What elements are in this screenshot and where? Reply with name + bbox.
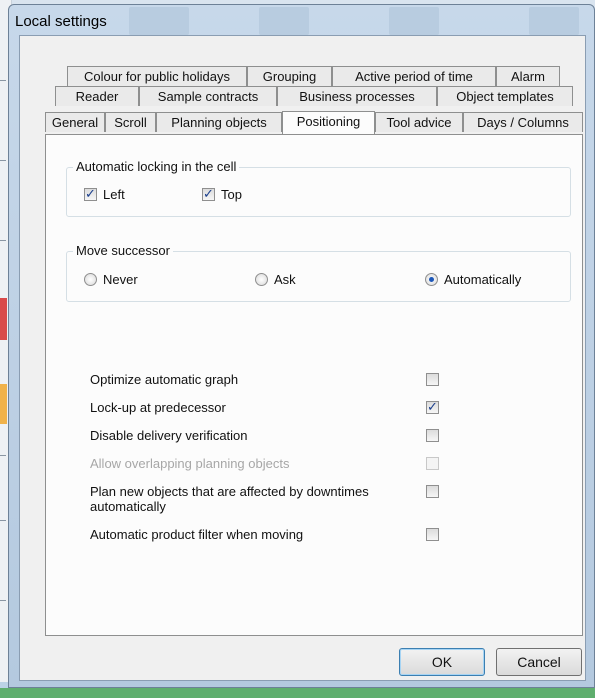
positioning-panel: Automatic locking in the cell ✓ Left ✓ T… bbox=[45, 134, 583, 636]
locking-group-title: Automatic locking in the cell bbox=[73, 159, 240, 174]
tab-active-period-of-time[interactable]: Active period of time bbox=[332, 66, 496, 86]
check-mark-icon: ✓ bbox=[203, 186, 214, 201]
background-tick bbox=[0, 240, 6, 241]
background-green-bar bbox=[0, 688, 595, 698]
tab-general[interactable]: General bbox=[45, 112, 105, 132]
tab-planning-objects[interactable]: Planning objects bbox=[156, 112, 282, 132]
radio-dot-icon bbox=[429, 277, 434, 282]
top-checkbox[interactable]: ✓ bbox=[202, 186, 215, 201]
left-label: Left bbox=[103, 187, 125, 202]
top-label: Top bbox=[221, 187, 242, 202]
optimize-automatic-graph-checkbox[interactable] bbox=[426, 373, 439, 386]
disable-delivery-verification-checkbox[interactable] bbox=[426, 429, 439, 442]
radio-ask-label: Ask bbox=[274, 272, 296, 287]
plan-new-objects-downtimes-checkbox[interactable] bbox=[426, 485, 439, 498]
title-bar-decoration bbox=[529, 7, 579, 35]
move-successor-title: Move successor bbox=[73, 243, 173, 258]
left-checkbox[interactable]: ✓ bbox=[84, 186, 97, 201]
radio-automatically[interactable] bbox=[425, 273, 438, 286]
background-red-marker bbox=[0, 298, 7, 340]
background-orange-marker bbox=[0, 384, 7, 424]
radio-never-label: Never bbox=[103, 272, 138, 287]
automatic-product-filter-label: Automatic product filter when moving bbox=[90, 527, 304, 542]
tab-alarm[interactable]: Alarm bbox=[496, 66, 560, 86]
lock-up-at-predecessor-checkbox[interactable]: ✓ bbox=[426, 399, 439, 414]
plan-new-objects-downtimes-label: Plan new objects that are affected by do… bbox=[90, 484, 369, 514]
allow-overlapping-planning-objects-label: Allow overlapping planning objects bbox=[90, 456, 290, 471]
tab-tool-advice[interactable]: Tool advice bbox=[375, 112, 463, 132]
allow-overlapping-planning-objects-checkbox bbox=[426, 457, 439, 470]
dialog-client-area: Colour for public holidays Grouping Acti… bbox=[19, 35, 586, 681]
tab-scroll[interactable]: Scroll bbox=[105, 112, 156, 132]
disable-delivery-verification-label: Disable delivery verification bbox=[90, 428, 248, 443]
lock-up-at-predecessor-label: Lock-up at predecessor bbox=[90, 400, 226, 415]
tab-days-columns[interactable]: Days / Columns bbox=[463, 112, 583, 132]
background-tick bbox=[0, 160, 6, 161]
tab-positioning[interactable]: Positioning bbox=[282, 111, 375, 134]
automatic-product-filter-checkbox[interactable] bbox=[426, 528, 439, 541]
tab-object-templates[interactable]: Object templates bbox=[437, 86, 573, 106]
title-bar[interactable]: Local settings bbox=[9, 5, 594, 37]
radio-ask[interactable] bbox=[255, 273, 268, 286]
cancel-button[interactable]: Cancel bbox=[496, 648, 582, 676]
tab-sample-contracts[interactable]: Sample contracts bbox=[139, 86, 277, 106]
title-bar-decoration bbox=[389, 7, 439, 35]
window-title: Local settings bbox=[15, 13, 107, 30]
tab-grouping[interactable]: Grouping bbox=[247, 66, 332, 86]
background-tick bbox=[0, 600, 6, 601]
tab-reader[interactable]: Reader bbox=[55, 86, 139, 106]
radio-never[interactable] bbox=[84, 273, 97, 286]
check-mark-icon: ✓ bbox=[427, 399, 438, 414]
title-bar-decoration bbox=[129, 7, 189, 35]
background-tick bbox=[0, 520, 6, 521]
check-mark-icon: ✓ bbox=[85, 186, 96, 201]
move-successor-group: Move successor Never Ask Automatically bbox=[66, 243, 571, 302]
optimize-automatic-graph-label: Optimize automatic graph bbox=[90, 372, 239, 387]
locking-group: Automatic locking in the cell ✓ Left ✓ T… bbox=[66, 159, 571, 217]
ok-button[interactable]: OK bbox=[399, 648, 485, 676]
tab-business-processes[interactable]: Business processes bbox=[277, 86, 437, 106]
radio-automatically-label: Automatically bbox=[444, 272, 522, 287]
background-tick bbox=[0, 455, 6, 456]
background-tick bbox=[0, 80, 6, 81]
title-bar-decoration bbox=[259, 7, 309, 35]
tab-colour-for-public-holidays[interactable]: Colour for public holidays bbox=[67, 66, 247, 86]
local-settings-dialog: Local settings Colour for public holiday… bbox=[8, 4, 595, 688]
